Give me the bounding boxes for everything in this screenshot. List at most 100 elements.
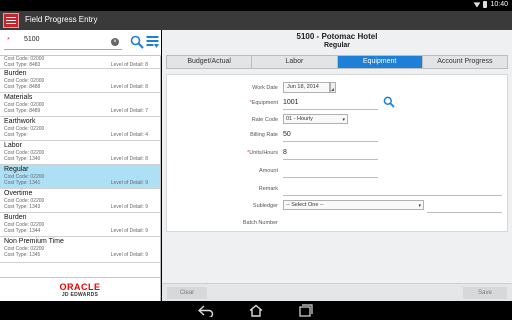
tab-account-progress[interactable]: Account Progress — [423, 56, 507, 68]
list-item-cost-type: Cost Type: 8489 — [4, 108, 41, 114]
oracle-logo: ORACLE JD EDWARDS — [0, 277, 160, 301]
list-item-level: Level of Detail: 8 — [110, 62, 148, 68]
list-item-cost-type: Cost Type: 1343 — [4, 204, 41, 210]
tab-equipment[interactable]: Equipment — [337, 56, 423, 68]
subledger-detail-field[interactable] — [427, 212, 502, 213]
job-title: 5100 - Potomac Hotel — [296, 32, 378, 41]
list-item-level: Level of Detail: 9 — [110, 252, 148, 258]
list-item[interactable]: OvertimeCost Code: 02000Cost Type: 8483L… — [0, 56, 160, 69]
list-item-cost-type: Cost Type: — [4, 132, 28, 138]
list-item-title: Burden — [4, 70, 27, 77]
logo-brand: ORACLE — [59, 282, 101, 292]
list-item-title: Earthwork — [4, 118, 36, 125]
save-button[interactable]: Save — [463, 287, 507, 299]
app-icon[interactable] — [3, 13, 19, 28]
list-item[interactable]: Overtime Cost Code: 02200 Cost Type: 1343 L… — [0, 189, 160, 213]
list-item-cost-type: Cost Type: 8488 — [4, 84, 41, 90]
subledger-label: Subledger — [252, 203, 278, 209]
action-bar: Field Progress Entry — [0, 11, 512, 30]
subledger-row: Subledger -- Select One -- ▾ — [167, 200, 509, 213]
units-hours-label-text: Units/Hours — [249, 150, 278, 156]
job-list-pane: * × OvertimeCost Code: 02000Cost Type: 8… — [0, 30, 161, 301]
list-item[interactable]: Burden Cost Code: 02200 Cost Type: 1344 Lev… — [0, 213, 160, 237]
batch-number-label: Batch Number — [242, 220, 278, 226]
equipment-row: *Equipment 1001 — [167, 96, 509, 110]
list-item-level: Level of Detail: 9 — [110, 228, 148, 234]
recents-icon[interactable] — [298, 304, 314, 317]
work-date-row: Work Date Jun 18, 2014 — [167, 82, 509, 94]
list-item-cost-type: Cost Type: 1344 — [4, 228, 41, 234]
list-item-title: Regular — [4, 166, 29, 173]
rate-code-row: Rate Code 01 - Hourly ▾ — [167, 114, 509, 126]
billing-rate-row: Billing Rate 50 — [167, 129, 509, 142]
date-picker-toggle[interactable] — [330, 82, 336, 93]
list-item-title: Materials — [4, 94, 33, 101]
list-item-cost-type: Cost Type: 8483 — [4, 62, 41, 68]
rate-code-select[interactable]: 01 - Hourly ▾ — [283, 114, 348, 124]
amount-row: Amount — [167, 165, 509, 178]
tab-budget-actual[interactable]: Budget/Actual — [167, 56, 253, 68]
list-item[interactable]: Burden Cost Code: 02000 Cost Type: 8488 Lev… — [0, 69, 160, 93]
list-item-title: Non Premium Time — [4, 238, 64, 245]
equipment-form: Work Date Jun 18, 2014 *Equipment 1001 R… — [166, 74, 508, 232]
remark-row: Remark — [167, 183, 509, 196]
list-item-title: Burden — [4, 214, 27, 221]
equipment-label-text: Equipment — [251, 100, 278, 106]
search-icon[interactable] — [130, 35, 144, 49]
list-item-level: Level of Detail: 9 — [110, 180, 148, 186]
list-item[interactable]: Earthwork Cost Code: 02200 Cost Type: Level… — [0, 117, 160, 141]
subledger-value: -- Select One -- — [286, 202, 324, 208]
logo-product: JD EDWARDS — [61, 292, 99, 298]
list-item-title: Overtime — [4, 190, 33, 197]
cost-item-title: Regular — [323, 42, 351, 49]
list-item-cost-type: Cost Type: 1345 — [4, 252, 41, 258]
filter-list-icon[interactable] — [146, 35, 159, 49]
list-item-title: Labor — [4, 142, 22, 149]
subledger-select[interactable]: -- Select One -- ▾ — [283, 200, 424, 210]
detail-pane: 5100 - Potomac Hotel Regular Budget/Actu… — [162, 30, 512, 301]
amount-label: Amount — [259, 168, 278, 174]
list-item-cost-type: Cost Type: 1341 — [4, 180, 41, 186]
list-item-level: Level of Detail: 8 — [110, 156, 148, 162]
units-hours-label: *Units/Hours — [167, 150, 278, 156]
list-item-level: Level of Detail: 7 — [110, 108, 148, 114]
list-item[interactable]: Labor Cost Code: 02200 Cost Type: 1340 Leve… — [0, 141, 160, 165]
clear-button[interactable]: Clear — [167, 287, 207, 299]
list-item[interactable]: Regular Cost Code: 02200 Cost Type: 1341 Le… — [0, 165, 160, 189]
system-nav-bar — [0, 301, 512, 320]
tab-bar: Budget/Actual Labor Equipment Account Pr… — [166, 55, 508, 69]
list-item-level: Level of Detail: 8 — [110, 84, 148, 90]
list-item[interactable]: Non Premium Time Cost Code: 02200 Cost Typ… — [0, 237, 160, 263]
list-item-level: Level of Detail: 9 — [110, 204, 148, 210]
battery-icon — [483, 1, 488, 8]
detail-header: 5100 - Potomac Hotel Regular — [162, 30, 512, 54]
work-date-field[interactable]: Jun 18, 2014 — [283, 82, 330, 93]
required-indicator: * — [7, 37, 10, 44]
chevron-down-icon: ▾ — [342, 117, 345, 123]
cost-code-list: OvertimeCost Code: 02000Cost Type: 8483L… — [0, 56, 160, 277]
rate-code-value: 01 - Hourly — [286, 116, 313, 122]
equipment-label: *Equipment — [167, 100, 278, 106]
job-search-input[interactable] — [24, 36, 104, 43]
work-date-label: Work Date — [252, 85, 278, 91]
job-search-field[interactable]: * × — [4, 35, 122, 50]
app-title: Field Progress Entry — [25, 15, 98, 24]
billing-rate-label: Billing Rate — [250, 132, 278, 138]
units-hours-row: *Units/Hours 8 — [167, 147, 509, 160]
home-icon[interactable] — [248, 304, 264, 317]
list-item[interactable]: Materials Cost Code: 02000 Cost Type: 8489… — [0, 93, 160, 117]
chevron-down-icon: ▾ — [418, 203, 421, 209]
batch-number-row: Batch Number — [167, 217, 509, 229]
back-icon[interactable] — [198, 304, 214, 317]
wifi-icon — [473, 2, 481, 8]
status-bar: 10:40 — [0, 0, 512, 11]
form-action-bar: Clear Save — [162, 283, 512, 301]
search-row: * × — [0, 30, 161, 56]
remark-label: Remark — [258, 186, 278, 192]
clear-icon[interactable]: × — [111, 38, 119, 46]
equipment-lookup-icon[interactable] — [383, 96, 395, 108]
list-item-level: Level of Detail: 4 — [110, 132, 148, 138]
rate-code-label: Rate Code — [251, 117, 278, 123]
tab-labor[interactable]: Labor — [252, 56, 338, 68]
list-item-cost-type: Cost Type: 1340 — [4, 156, 41, 162]
